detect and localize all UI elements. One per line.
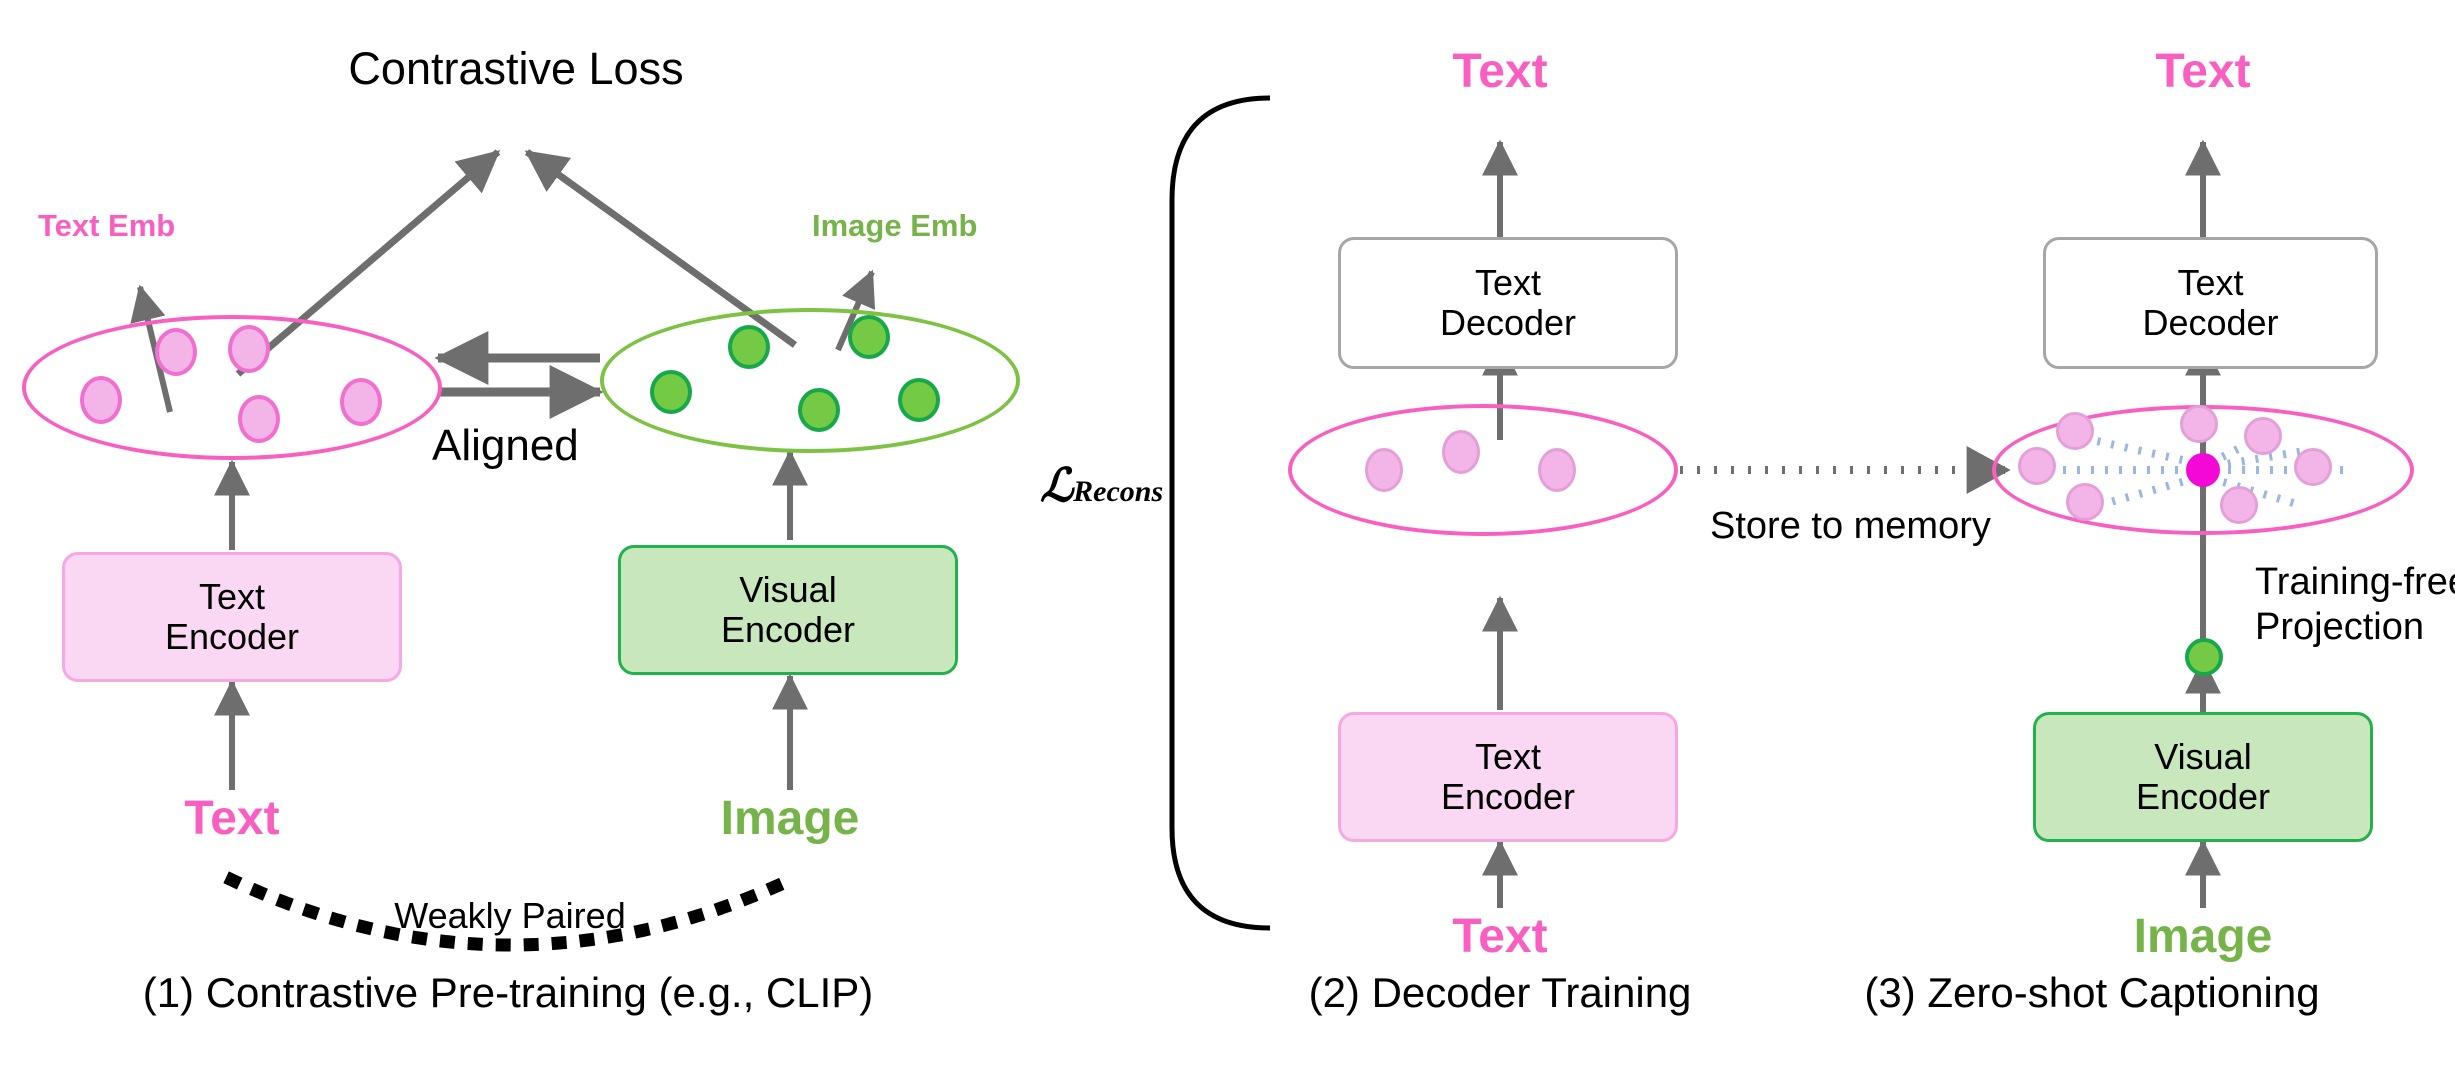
- image-embedding-dot: [898, 378, 940, 422]
- image-embedding-dot: [650, 370, 692, 414]
- panel3-caption: (3) Zero-shot Captioning: [1864, 969, 2320, 1016]
- image-input-label-p1: Image: [720, 792, 860, 845]
- weakly-paired-label: Weakly Paired: [394, 895, 626, 936]
- loss-subscript: Recons: [1073, 475, 1164, 508]
- visual-encoder-line2: Encoder: [2135, 776, 2271, 817]
- visual-encoder-line2: Encoder: [720, 609, 856, 650]
- memory-dot: [2220, 486, 2258, 524]
- text-encoder-line2: Encoder: [1440, 776, 1576, 817]
- text-output-label-p2: Text: [1452, 45, 1548, 98]
- text-encoder-line1: Text: [1474, 735, 1542, 777]
- text-encoder-box-p1[interactable]: Text Encoder: [62, 552, 402, 682]
- visual-encoder-line1: Visual: [2154, 735, 2252, 777]
- text-decoder-line1: Text: [2177, 261, 2244, 303]
- loss-symbol: ℒ: [1040, 458, 1074, 512]
- text-embedding-dot: [155, 328, 197, 376]
- training-free-projection-label: Training-free Projection: [2255, 560, 2455, 650]
- connector-layer: [130, 95, 2345, 952]
- reconstruction-loss-label: ℒRecons: [1040, 462, 1163, 508]
- text-input-label-p1: Text: [184, 792, 280, 845]
- text-decoder-line2: Decoder: [2142, 302, 2279, 343]
- projected-query-dot: [2186, 453, 2220, 487]
- embedding-dot-p2: [1365, 448, 1403, 492]
- embedding-dot-p2: [1442, 430, 1480, 474]
- text-emb-label: Text Emb: [38, 208, 176, 243]
- image-embedding-dot-p3: [2185, 638, 2223, 676]
- text-encoder-box-p2[interactable]: Text Encoder: [1338, 712, 1678, 842]
- text-decoder-line1: Text: [1474, 261, 1542, 303]
- projection-line2: Projection: [2255, 605, 2424, 648]
- text-embedding-dot: [228, 325, 270, 373]
- store-to-memory-label: Store to memory: [1710, 505, 1991, 547]
- panel1-caption: (1) Contrastive Pre-training (e.g., CLIP…: [142, 969, 874, 1016]
- projection-line1: Training-free: [2255, 561, 2455, 603]
- memory-dot: [2056, 412, 2094, 450]
- memory-dot: [2066, 483, 2104, 521]
- embedding-dot-p2: [1538, 448, 1576, 492]
- text-decoder-box-p2[interactable]: Text Decoder: [1338, 237, 1678, 369]
- text-embedding-ellipse-p2: [1288, 404, 1678, 536]
- memory-dot: [2180, 405, 2218, 443]
- text-decoder-box-p3[interactable]: Text Decoder: [2043, 237, 2378, 369]
- text-output-label-p3: Text: [2155, 45, 2251, 98]
- figure-canvas: Contrastive Loss Text Emb Image Emb Alig…: [0, 0, 2455, 1065]
- panel2-caption: (2) Decoder Training: [1308, 969, 1692, 1016]
- visual-encoder-box-p1[interactable]: Visual Encoder: [618, 545, 958, 675]
- text-embedding-dot: [340, 378, 382, 426]
- image-embedding-dot: [728, 325, 770, 369]
- image-embedding-dot: [848, 315, 890, 359]
- text-encoder-line2: Encoder: [164, 616, 300, 657]
- memory-dot: [2018, 447, 2056, 485]
- aligned-label: Aligned: [432, 421, 579, 470]
- image-input-label-p3: Image: [2133, 910, 2273, 963]
- contrastive-loss-label: Contrastive Loss: [348, 43, 684, 94]
- image-embedding-dot: [798, 388, 840, 432]
- text-input-label-p2: Text: [1452, 910, 1548, 963]
- text-embedding-dot: [238, 395, 280, 443]
- memory-dot: [2244, 417, 2282, 455]
- text-embedding-dot: [80, 376, 122, 424]
- text-encoder-line1: Text: [198, 575, 266, 617]
- text-decoder-line2: Decoder: [1439, 302, 1577, 343]
- image-emb-label: Image Emb: [812, 208, 978, 243]
- visual-encoder-box-p3[interactable]: Visual Encoder: [2033, 712, 2373, 842]
- memory-dot: [2294, 448, 2332, 486]
- visual-encoder-line1: Visual: [739, 568, 837, 610]
